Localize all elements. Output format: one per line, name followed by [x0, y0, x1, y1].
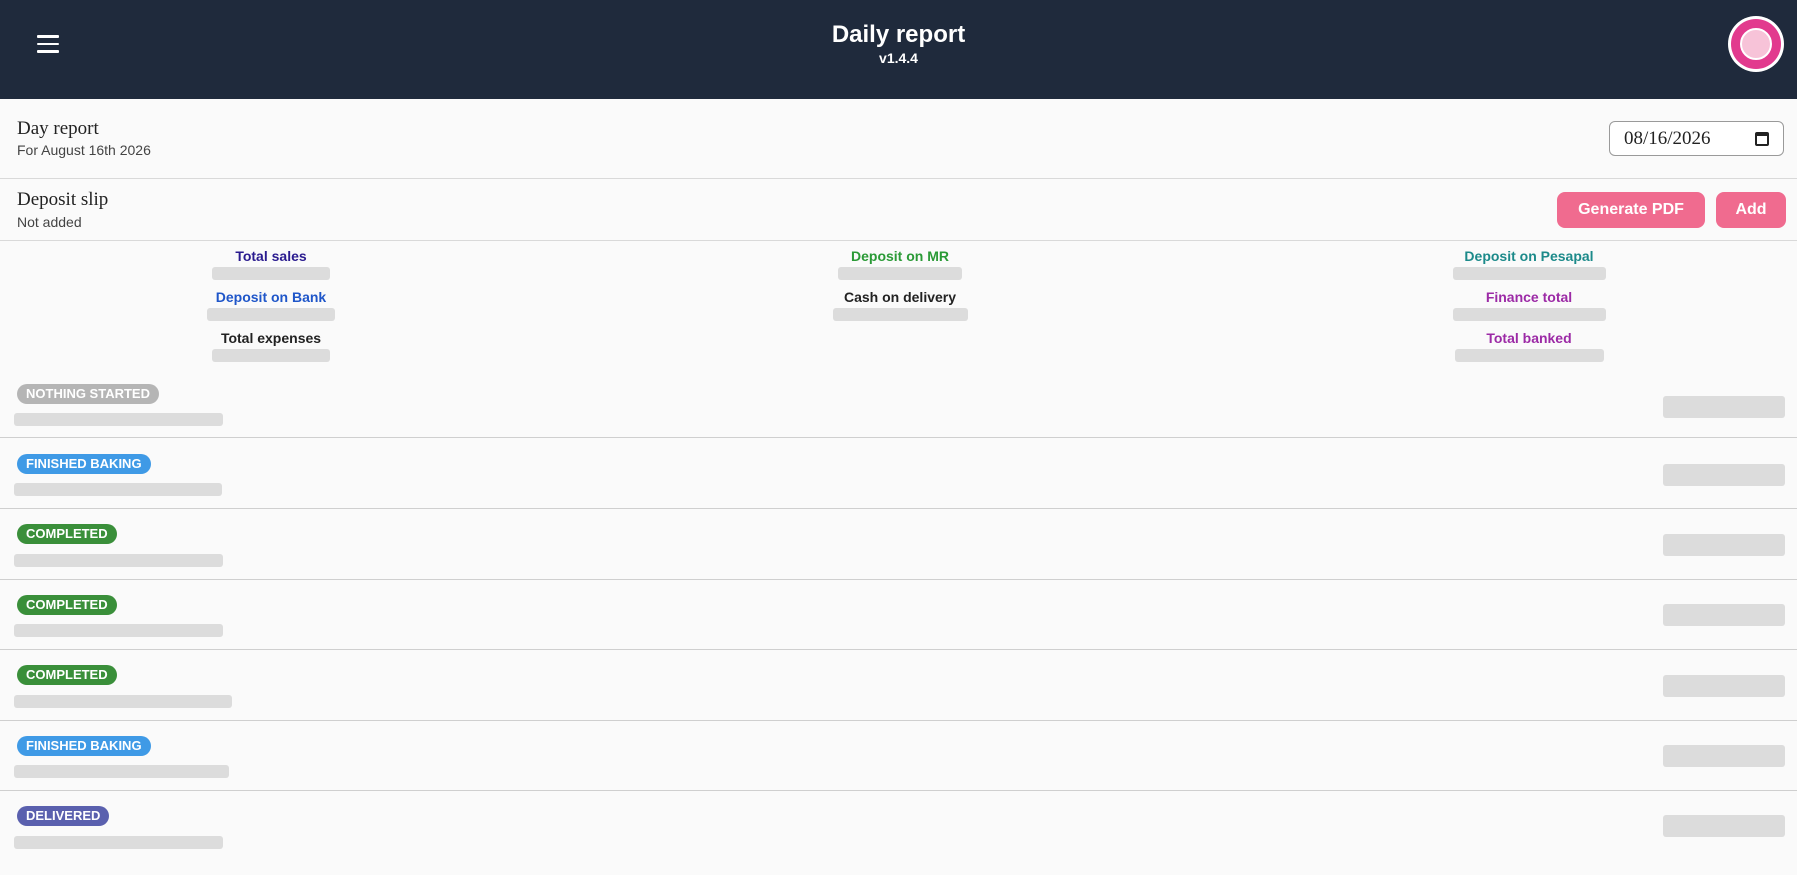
status-badge: FINISHED BAKING [17, 454, 151, 474]
status-badge: COMPLETED [17, 595, 117, 615]
stat-value-placeholder [1452, 308, 1606, 321]
stat-deposit-on-mr: Deposit on MR [800, 248, 1000, 280]
stat-value-placeholder [207, 308, 335, 321]
order-amount-placeholder [1663, 745, 1785, 767]
top-app-bar: Daily report v1.4.4 [0, 0, 1797, 99]
status-badge: COMPLETED [17, 524, 117, 544]
stat-deposit-on-bank: Deposit on Bank [171, 289, 371, 321]
stat-deposit-on-pesapal: Deposit on Pesapal [1429, 248, 1629, 280]
day-report-title: Day report [17, 118, 99, 139]
order-detail-placeholder [14, 695, 232, 708]
order-row[interactable]: FINISHED BAKING [0, 438, 1797, 509]
order-amount-placeholder [1663, 396, 1785, 418]
order-detail-placeholder [14, 483, 222, 496]
order-detail-placeholder [14, 624, 223, 637]
app-version: v1.4.4 [879, 50, 918, 66]
stat-label: Deposit on MR [851, 248, 949, 264]
stat-total-expenses: Total expenses [171, 330, 371, 362]
stat-label: Total sales [235, 248, 307, 264]
day-report-section: Day report For August 16th 2026 [0, 99, 1797, 179]
status-badge: DELIVERED [17, 806, 110, 826]
order-row[interactable]: DELIVERED [0, 791, 1797, 875]
add-deposit-button[interactable]: Add [1716, 192, 1786, 228]
calendar-icon[interactable] [1755, 131, 1769, 146]
stat-label: Deposit on Pesapal [1464, 248, 1594, 264]
order-row[interactable]: COMPLETED [0, 509, 1797, 580]
order-detail-placeholder [14, 554, 223, 567]
stat-finance-total: Finance total [1429, 289, 1629, 321]
stat-label: Finance total [1485, 289, 1573, 305]
stat-label: Total banked [1486, 330, 1572, 346]
day-report-subtitle: For August 16th 2026 [17, 142, 151, 158]
order-amount-placeholder [1663, 815, 1785, 837]
stat-label: Total expenses [220, 330, 322, 346]
stat-total-banked: Total banked [1429, 330, 1629, 362]
stat-value-placeholder [212, 267, 330, 280]
order-amount-placeholder [1663, 464, 1785, 486]
generate-pdf-button[interactable]: Generate PDF [1557, 192, 1705, 228]
deposit-slip-section: Deposit slip Not added [0, 179, 1797, 241]
order-detail-placeholder [14, 836, 223, 849]
order-row[interactable]: FINISHED BAKING [0, 720, 1797, 791]
avatar[interactable] [1728, 16, 1784, 72]
stat-label: Cash on delivery [843, 289, 957, 305]
order-row[interactable]: COMPLETED [0, 650, 1797, 721]
order-row[interactable]: COMPLETED [0, 579, 1797, 650]
status-badge: COMPLETED [17, 665, 117, 685]
date-picker-input[interactable]: 08/16/2026 [1609, 121, 1784, 156]
stat-value-placeholder [832, 308, 968, 321]
stat-cash-on-delivery: Cash on delivery [800, 289, 1000, 321]
order-row[interactable]: NOTHING STARTED [0, 368, 1797, 438]
stat-value-placeholder [212, 349, 330, 362]
page-title: Daily report [831, 21, 966, 48]
stat-total-sales: Total sales [171, 248, 371, 280]
stat-value-placeholder [1454, 349, 1604, 362]
title-block: Daily report v1.4.4 [0, 20, 1797, 66]
stat-label: Deposit on Bank [215, 289, 327, 305]
stat-value-placeholder [1452, 267, 1606, 280]
status-badge: FINISHED BAKING [17, 736, 151, 756]
order-amount-placeholder [1663, 604, 1785, 626]
deposit-slip-title: Deposit slip [17, 189, 109, 210]
bakery-logo-icon [1731, 19, 1781, 69]
status-badge: NOTHING STARTED [17, 384, 159, 404]
date-value: 08/16/2026 [1624, 127, 1711, 149]
order-detail-placeholder [14, 765, 229, 778]
stat-value-placeholder [838, 267, 962, 280]
order-detail-placeholder [14, 413, 223, 426]
order-amount-placeholder [1663, 534, 1785, 556]
order-amount-placeholder [1663, 675, 1785, 697]
deposit-slip-status: Not added [17, 214, 82, 230]
